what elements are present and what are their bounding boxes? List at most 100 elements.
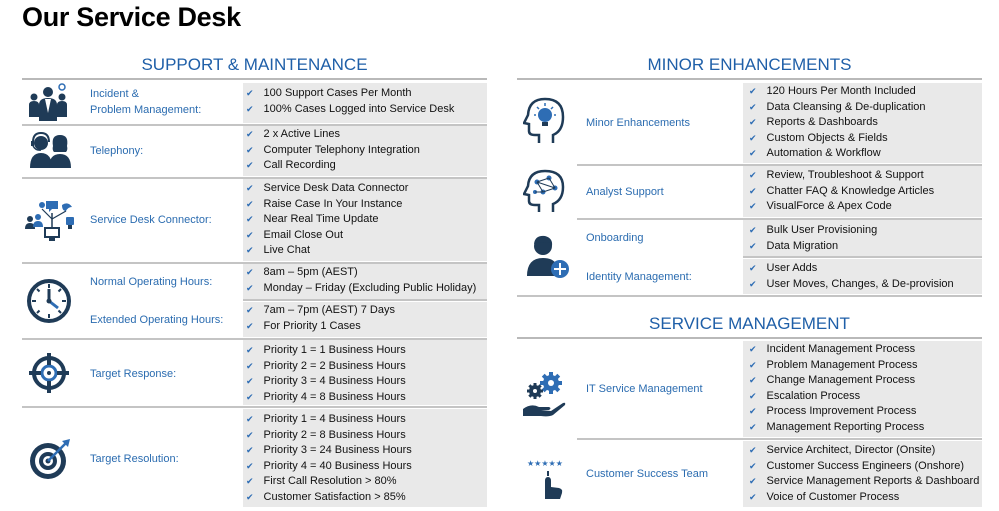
list-item: 7am – 7pm (AEST) 7 Days [246, 303, 487, 319]
support-item-incident-bullets: 100 Support Cases Per Month 100% Cases L… [243, 83, 487, 123]
support-item-resolution-bullets: Priority 1 = 4 Business Hours Priority 2… [243, 409, 487, 507]
list-item: Computer Telephony Integration [246, 143, 487, 159]
clock-icon [26, 278, 72, 329]
support-heading: SUPPORT & MAINTENANCE [141, 55, 368, 74]
support-item-extended-hours-label: Extended Operating Hours: [90, 314, 224, 326]
list-item: VisualForce & Apex Code [749, 199, 982, 215]
list-item: Custom Objects & Fields [749, 131, 982, 147]
support-item-response-label: Target Response: [90, 368, 177, 380]
service-item-customer-success: ★★★★★ Customer Success Team Service Arch… [517, 441, 982, 507]
minor-heading: MINOR ENHANCEMENTS [647, 55, 852, 74]
list-item: Automation & Workflow [749, 146, 982, 162]
service-heading: SERVICE MANAGEMENT [649, 314, 850, 333]
support-item-normal-hours-bullets: 8am – 5pm (AEST) Monday – Friday (Exclud… [243, 264, 487, 299]
list-item: Live Chat [246, 243, 487, 259]
support-item-incident: Incident & Problem Management: 100 Suppo… [22, 83, 487, 126]
minor-item-analyst-label: Analyst Support [586, 186, 664, 198]
minor-item-enhancements-bullets: 120 Hours Per Month Included Data Cleans… [743, 83, 982, 163]
page-title: Our Service Desk [22, 2, 241, 32]
service-item-itsm-label: IT Service Management [586, 383, 703, 395]
support-item-connector-label: Service Desk Connector: [90, 214, 212, 226]
service-item-customer-success-bullets: Service Architect, Director (Onsite) Cus… [743, 441, 982, 507]
list-item: 2 x Active Lines [246, 127, 487, 143]
minor-item-analyst: Analyst Support Review, Troubleshoot & S… [517, 166, 982, 220]
list-item: Service Desk Data Connector [246, 181, 487, 197]
list-item: Escalation Process [749, 389, 982, 405]
list-item: For Priority 1 Cases [246, 319, 487, 335]
list-item: Voice of Customer Process [749, 490, 982, 506]
list-item: Bulk User Provisioning [749, 223, 982, 239]
user-add-icon [525, 234, 571, 285]
list-item: Priority 1 = 4 Business Hours [246, 412, 487, 428]
minor-item-analyst-bullets: Review, Troubleshoot & Support Chatter F… [743, 166, 982, 217]
five-star-rating-icon: ★★★★★ [525, 457, 569, 506]
list-item: Reports & Dashboards [749, 115, 982, 131]
minor-item-onboarding: Onboarding Identity Management: Bulk Use… [517, 220, 982, 297]
list-item: Incident Management Process [749, 342, 982, 358]
network-head-icon [522, 168, 569, 219]
list-item: Service Architect, Director (Onsite) [749, 443, 982, 459]
support-item-telephony: Telephony: 2 x Active Lines Computer Tel… [22, 126, 487, 179]
svg-text:★★★★★: ★★★★★ [527, 459, 563, 468]
list-item: Customer Success Engineers (Onshore) [749, 459, 982, 475]
support-item-resolution: Target Resolution: Priority 1 = 4 Busine… [22, 409, 487, 507]
minor-item-onboarding-bullets: Bulk User Provisioning Data Migration [743, 220, 982, 256]
minor-item-enhancements-label: Minor Enhancements [586, 117, 690, 129]
service-rule [517, 337, 982, 339]
support-item-incident-label: Incident & Problem Management: [90, 88, 202, 116]
list-item: Process Improvement Process [749, 404, 982, 420]
list-item: Review, Troubleshoot & Support [749, 168, 982, 184]
minor-item-identity-bullets: User Adds User Moves, Changes, & De-prov… [743, 259, 982, 294]
support-rule [22, 78, 487, 80]
support-item-response: Target Response: Priority 1 = 1 Business… [22, 340, 487, 408]
service-item-customer-success-label: Customer Success Team [586, 468, 709, 480]
list-item: Priority 4 = 40 Business Hours [246, 459, 487, 475]
list-item: Priority 4 = 8 Business Hours [246, 390, 487, 406]
service-item-itsm: IT Service Management Incident Managemen… [517, 341, 982, 440]
list-item: 100 Support Cases Per Month [246, 86, 487, 102]
list-item: Data Migration [749, 239, 982, 255]
support-item-telephony-label: Telephony: [90, 145, 144, 157]
list-item: First Call Resolution > 80% [246, 474, 487, 490]
list-item: 8am – 5pm (AEST) [246, 265, 487, 281]
minor-item-identity-label: Identity Management: [586, 271, 692, 283]
support-item-connector-bullets: Service Desk Data Connector Raise Case I… [243, 179, 487, 261]
list-item: 120 Hours Per Month Included [749, 84, 982, 100]
team-icon [28, 83, 68, 128]
list-item: Priority 1 = 1 Business Hours [246, 343, 487, 359]
minor-item-onboarding-label: Onboarding [586, 232, 644, 244]
list-item: Priority 3 = 4 Business Hours [246, 374, 487, 390]
crosshair-target-icon [28, 352, 70, 399]
support-item-normal-hours-label: Normal Operating Hours: [90, 276, 213, 288]
list-item: Email Close Out [246, 228, 487, 244]
bullseye-target-icon [28, 437, 72, 486]
list-item: Near Real Time Update [246, 212, 487, 228]
support-item-connector: Service Desk Connector: Service Desk Dat… [22, 179, 487, 264]
list-item: Data Cleansing & De-duplication [749, 100, 982, 116]
support-item-response-bullets: Priority 1 = 1 Business Hours Priority 2… [243, 340, 487, 405]
service-item-itsm-bullets: Incident Management Process Problem Mana… [743, 341, 982, 437]
list-item: Monday – Friday (Excluding Public Holida… [246, 281, 487, 297]
list-item: Priority 2 = 8 Business Hours [246, 428, 487, 444]
list-item: User Adds [749, 261, 982, 277]
list-item: Raise Case In Your Instance [246, 197, 487, 213]
list-item: Priority 2 = 2 Business Hours [246, 359, 487, 375]
social-connector-icon [24, 197, 76, 248]
support-item-telephony-bullets: 2 x Active Lines Computer Telephony Inte… [243, 126, 487, 176]
support-item-resolution-label: Target Resolution: [90, 453, 179, 465]
list-item: Management Reporting Process [749, 420, 982, 436]
gears-hand-icon [521, 369, 569, 424]
support-item-extended-hours-bullets: 7am – 7pm (AEST) 7 Days For Priority 1 C… [243, 302, 487, 337]
list-item: Service Management Reports & Dashboard [749, 474, 982, 490]
headset-agents-icon [28, 130, 72, 175]
list-item: Priority 3 = 24 Business Hours [246, 443, 487, 459]
minor-item-enhancements: Minor Enhancements 120 Hours Per Month I… [517, 83, 982, 166]
minor-rule [517, 78, 982, 80]
list-item: Change Management Process [749, 373, 982, 389]
list-item: User Moves, Changes, & De-provision [749, 277, 982, 293]
support-item-hours: Normal Operating Hours: Extended Operati… [22, 264, 487, 340]
list-item: Customer Satisfaction > 85% [246, 490, 487, 506]
list-item: Chatter FAQ & Knowledge Articles [749, 184, 982, 200]
list-item: 100% Cases Logged into Service Desk [246, 102, 487, 118]
list-item: Problem Management Process [749, 358, 982, 374]
